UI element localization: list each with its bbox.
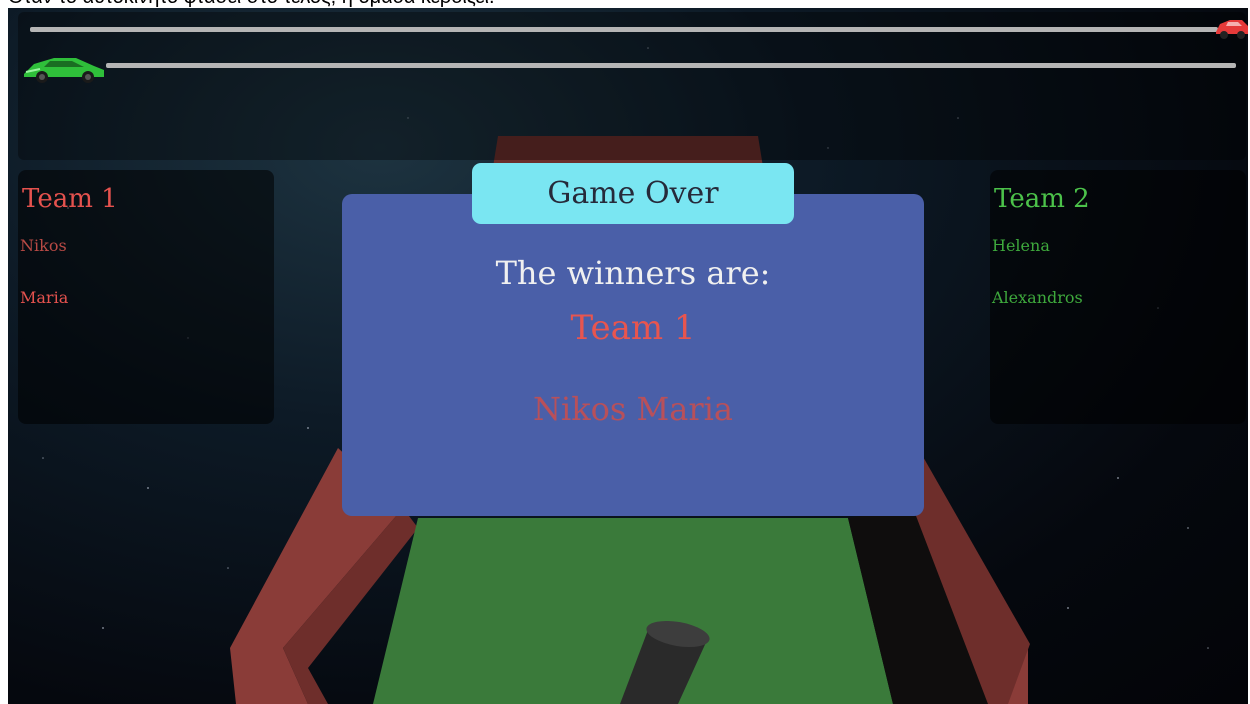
- team2-player: Alexandros: [992, 288, 1083, 307]
- team2-title: Team 2: [994, 184, 1090, 214]
- page-caption: Όταν το αυτοκίνητο φτάσει στο τέλος, η ο…: [8, 0, 1248, 8]
- team1-player: Nikos: [20, 236, 67, 255]
- winners-label: The winners are:: [495, 254, 771, 292]
- team1-progress-track: [30, 27, 1218, 32]
- game-scene: Team 1 Nikos Maria Team 2 Helena Alexand…: [8, 8, 1248, 704]
- team1-title: Team 1: [22, 184, 118, 214]
- winner-players: Nikos Maria: [533, 390, 733, 428]
- team2-player: Helena: [992, 236, 1050, 255]
- race-progress-panel: [18, 12, 1248, 160]
- team1-panel: Team 1 Nikos Maria: [18, 170, 274, 424]
- team2-progress-track: [106, 63, 1236, 68]
- game-over-dialog: The winners are: Team 1 Nikos Maria: [342, 194, 924, 516]
- winner-team-name: Team 1: [570, 308, 696, 348]
- team1-car-icon: [1216, 20, 1248, 39]
- game-over-title: Game Over: [472, 163, 794, 224]
- team1-player: Maria: [20, 288, 69, 307]
- team2-panel: Team 2 Helena Alexandros: [990, 170, 1246, 424]
- team2-car-icon: [24, 58, 104, 83]
